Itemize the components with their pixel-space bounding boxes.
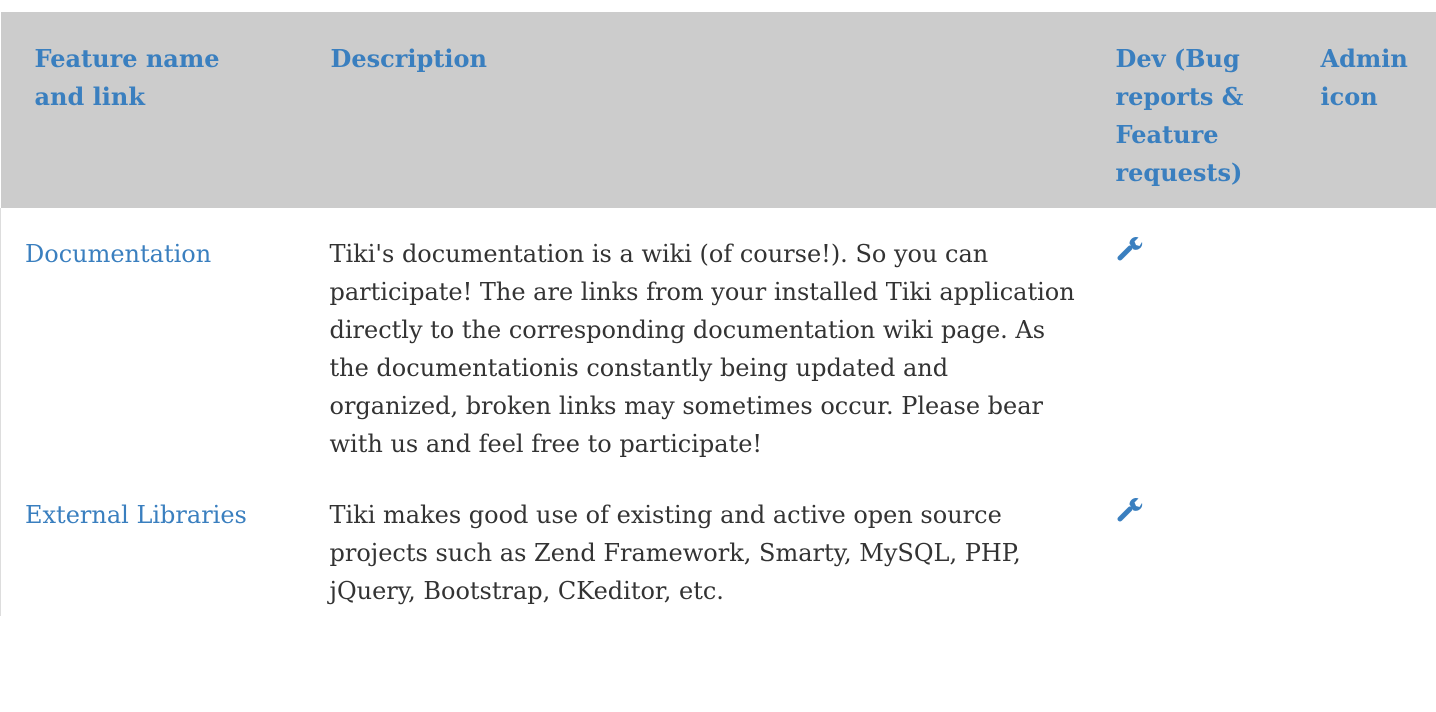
table-header: Feature name and link Description Dev (B…: [1, 12, 1436, 208]
dev-cell: [1113, 469, 1318, 616]
table-body: Documentation Tiki's documentation is a …: [1, 208, 1436, 616]
admin-cell: [1318, 469, 1436, 616]
feature-table-container: Feature name and link Description Dev (B…: [0, 12, 1436, 712]
dev-cell: [1113, 208, 1318, 469]
feature-name-cell: External Libraries: [1, 469, 313, 616]
header-admin-icon: Admin icon: [1318, 12, 1436, 208]
header-feature-name: Feature name and link: [1, 12, 313, 208]
table-row: Documentation Tiki's documentation is a …: [1, 208, 1436, 469]
wrench-icon[interactable]: [1116, 234, 1144, 262]
feature-description: Tiki's documentation is a wiki (of cours…: [313, 208, 1113, 469]
header-description: Description: [313, 12, 1113, 208]
table-row: External Libraries Tiki makes good use o…: [1, 469, 1436, 616]
feature-link-external-libraries[interactable]: External Libraries: [25, 501, 247, 529]
wrench-icon[interactable]: [1116, 495, 1144, 523]
header-row: Feature name and link Description Dev (B…: [1, 12, 1436, 208]
feature-link-documentation[interactable]: Documentation: [25, 240, 211, 268]
feature-table: Feature name and link Description Dev (B…: [0, 12, 1436, 616]
admin-cell: [1318, 208, 1436, 469]
header-dev: Dev (Bug reports & Feature requests): [1113, 12, 1318, 208]
feature-name-cell: Documentation: [1, 208, 313, 469]
feature-description: Tiki makes good use of existing and acti…: [313, 469, 1113, 616]
